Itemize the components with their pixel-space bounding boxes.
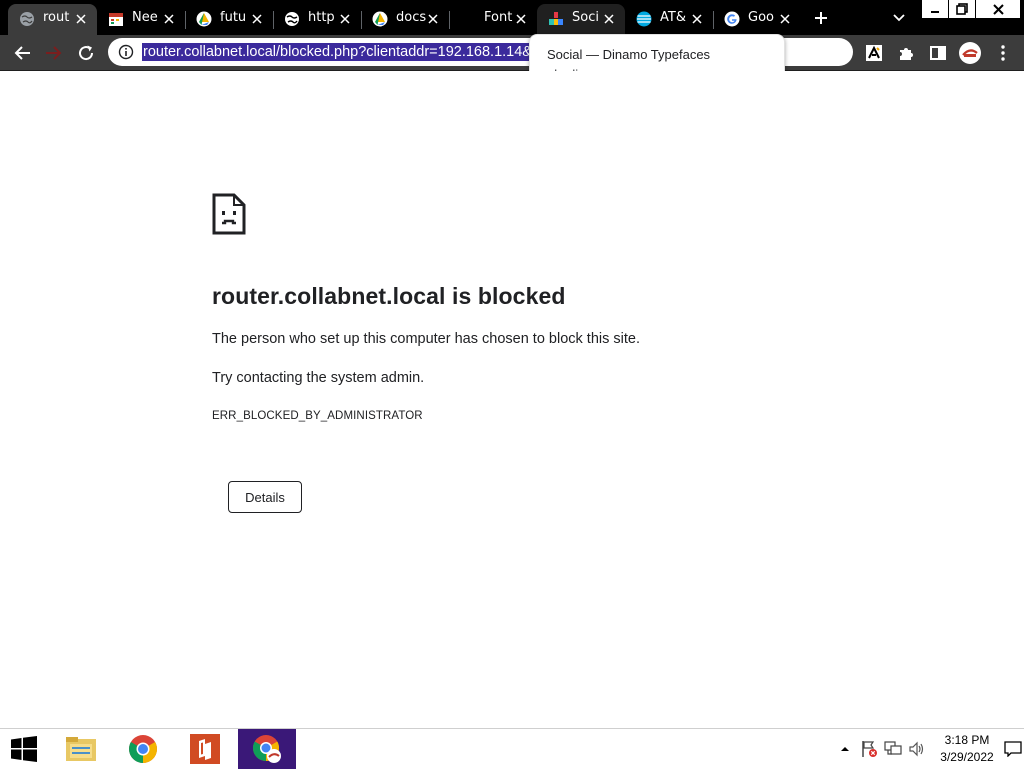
- close-icon[interactable]: [337, 11, 353, 27]
- avatar: [959, 42, 981, 64]
- puzzle-icon: [900, 48, 913, 60]
- new-tab-button[interactable]: [808, 5, 834, 31]
- tab-docs[interactable]: docs: [361, 4, 449, 35]
- hover-card-title: Social — Dinamo Typefaces: [547, 47, 711, 62]
- reload-icon: [79, 45, 94, 61]
- google-drive-icon: [196, 11, 212, 27]
- menu-button[interactable]: [990, 40, 1016, 66]
- close-icon[interactable]: [777, 11, 793, 27]
- tab-future[interactable]: futu: [185, 4, 273, 35]
- close-icon[interactable]: [73, 11, 89, 27]
- globe-icon: [20, 12, 34, 26]
- calendar-icon: [109, 13, 123, 26]
- extension-button[interactable]: [861, 40, 887, 66]
- taskbar-acrobat[interactable]: [176, 729, 234, 769]
- minimize-icon: [931, 11, 939, 13]
- close-icon[interactable]: [689, 11, 705, 27]
- speaker-icon: [909, 741, 924, 757]
- network-icon[interactable]: [884, 740, 902, 758]
- tab-att[interactable]: AT&: [625, 4, 713, 35]
- close-icon[interactable]: [425, 11, 441, 27]
- details-button[interactable]: Details: [228, 481, 302, 513]
- taskbar-chrome[interactable]: [114, 729, 172, 769]
- chevron-up-icon: [841, 747, 849, 751]
- volume-icon[interactable]: [908, 740, 926, 758]
- info-icon[interactable]: [118, 44, 134, 60]
- flag-icon: [862, 741, 877, 757]
- att-icon: [636, 11, 652, 27]
- plus-icon: [815, 12, 827, 24]
- blocked-explanation: The person who set up this computer has …: [212, 331, 640, 347]
- restore-button[interactable]: [949, 0, 975, 18]
- arrow-left-icon: [14, 46, 30, 60]
- tab-needs[interactable]: Nee: [97, 4, 185, 35]
- tab-strip: rout Nee futu http docs Font Soci AT& Go…: [0, 0, 1024, 35]
- close-window-button[interactable]: [976, 0, 1020, 18]
- clock-date[interactable]: 3/29/2022: [937, 750, 997, 764]
- error-code: ERR_BLOCKED_BY_ADMINISTRATOR: [212, 410, 423, 422]
- blank-icon: [460, 11, 476, 27]
- google-icon: [724, 11, 740, 27]
- close-icon[interactable]: [161, 11, 177, 27]
- taskbar-chrome-profile[interactable]: [238, 729, 296, 769]
- windows-taskbar: 3:18 PM 3/29/2022: [0, 728, 1024, 769]
- blocked-page-icon: [212, 193, 246, 235]
- extensions-menu-button[interactable]: [893, 40, 919, 66]
- show-hidden-icons-button[interactable]: [836, 740, 854, 758]
- side-panel-icon: [930, 46, 946, 60]
- reload-button[interactable]: [73, 40, 99, 66]
- google-drive-icon: [372, 11, 388, 27]
- restore-icon: [956, 3, 968, 15]
- clock-time[interactable]: 3:18 PM: [937, 733, 997, 747]
- file-explorer-icon: [66, 737, 96, 761]
- tab-https[interactable]: http: [273, 4, 361, 35]
- close-icon[interactable]: [249, 11, 265, 27]
- profile-button[interactable]: [957, 40, 983, 66]
- back-button[interactable]: [9, 40, 35, 66]
- dinamo-icon: [549, 12, 563, 25]
- chevron-down-icon: [893, 14, 905, 22]
- notification-icon[interactable]: [1004, 741, 1022, 757]
- tab-fonts[interactable]: Font: [449, 4, 537, 35]
- taskbar-file-explorer[interactable]: [52, 729, 110, 769]
- tab-router-blocked[interactable]: rout: [8, 4, 97, 35]
- forward-button[interactable]: [41, 40, 67, 66]
- tab-search-button[interactable]: [887, 6, 911, 30]
- page-content: router.collabnet.local is blocked The pe…: [0, 71, 1024, 728]
- start-button[interactable]: [0, 729, 48, 769]
- arrow-right-icon: [46, 46, 62, 60]
- acrobat-icon: [190, 734, 220, 764]
- tab-social-dinamo[interactable]: Soci: [537, 4, 625, 35]
- minimize-button[interactable]: [922, 0, 948, 18]
- globe-icon: [285, 12, 299, 26]
- chrome-icon: [129, 735, 157, 763]
- blocked-suggestion: Try contacting the system admin.: [212, 370, 425, 386]
- close-icon: [992, 3, 1004, 15]
- page-title: router.collabnet.local is blocked: [212, 283, 566, 309]
- close-icon[interactable]: [513, 11, 529, 27]
- windows-logo-icon: [11, 736, 37, 762]
- close-icon[interactable]: [601, 11, 617, 27]
- tab-google[interactable]: Goo: [713, 4, 801, 35]
- network-icon: [884, 741, 902, 755]
- side-panel-button[interactable]: [925, 40, 951, 66]
- url-text[interactable]: router.collabnet.local/blocked.php?clien…: [142, 43, 534, 61]
- extension-logo-icon: [866, 45, 882, 61]
- chrome-profile-icon: [252, 735, 281, 763]
- more-vert-icon: [1001, 45, 1005, 61]
- action-center-flag-icon[interactable]: [860, 740, 878, 758]
